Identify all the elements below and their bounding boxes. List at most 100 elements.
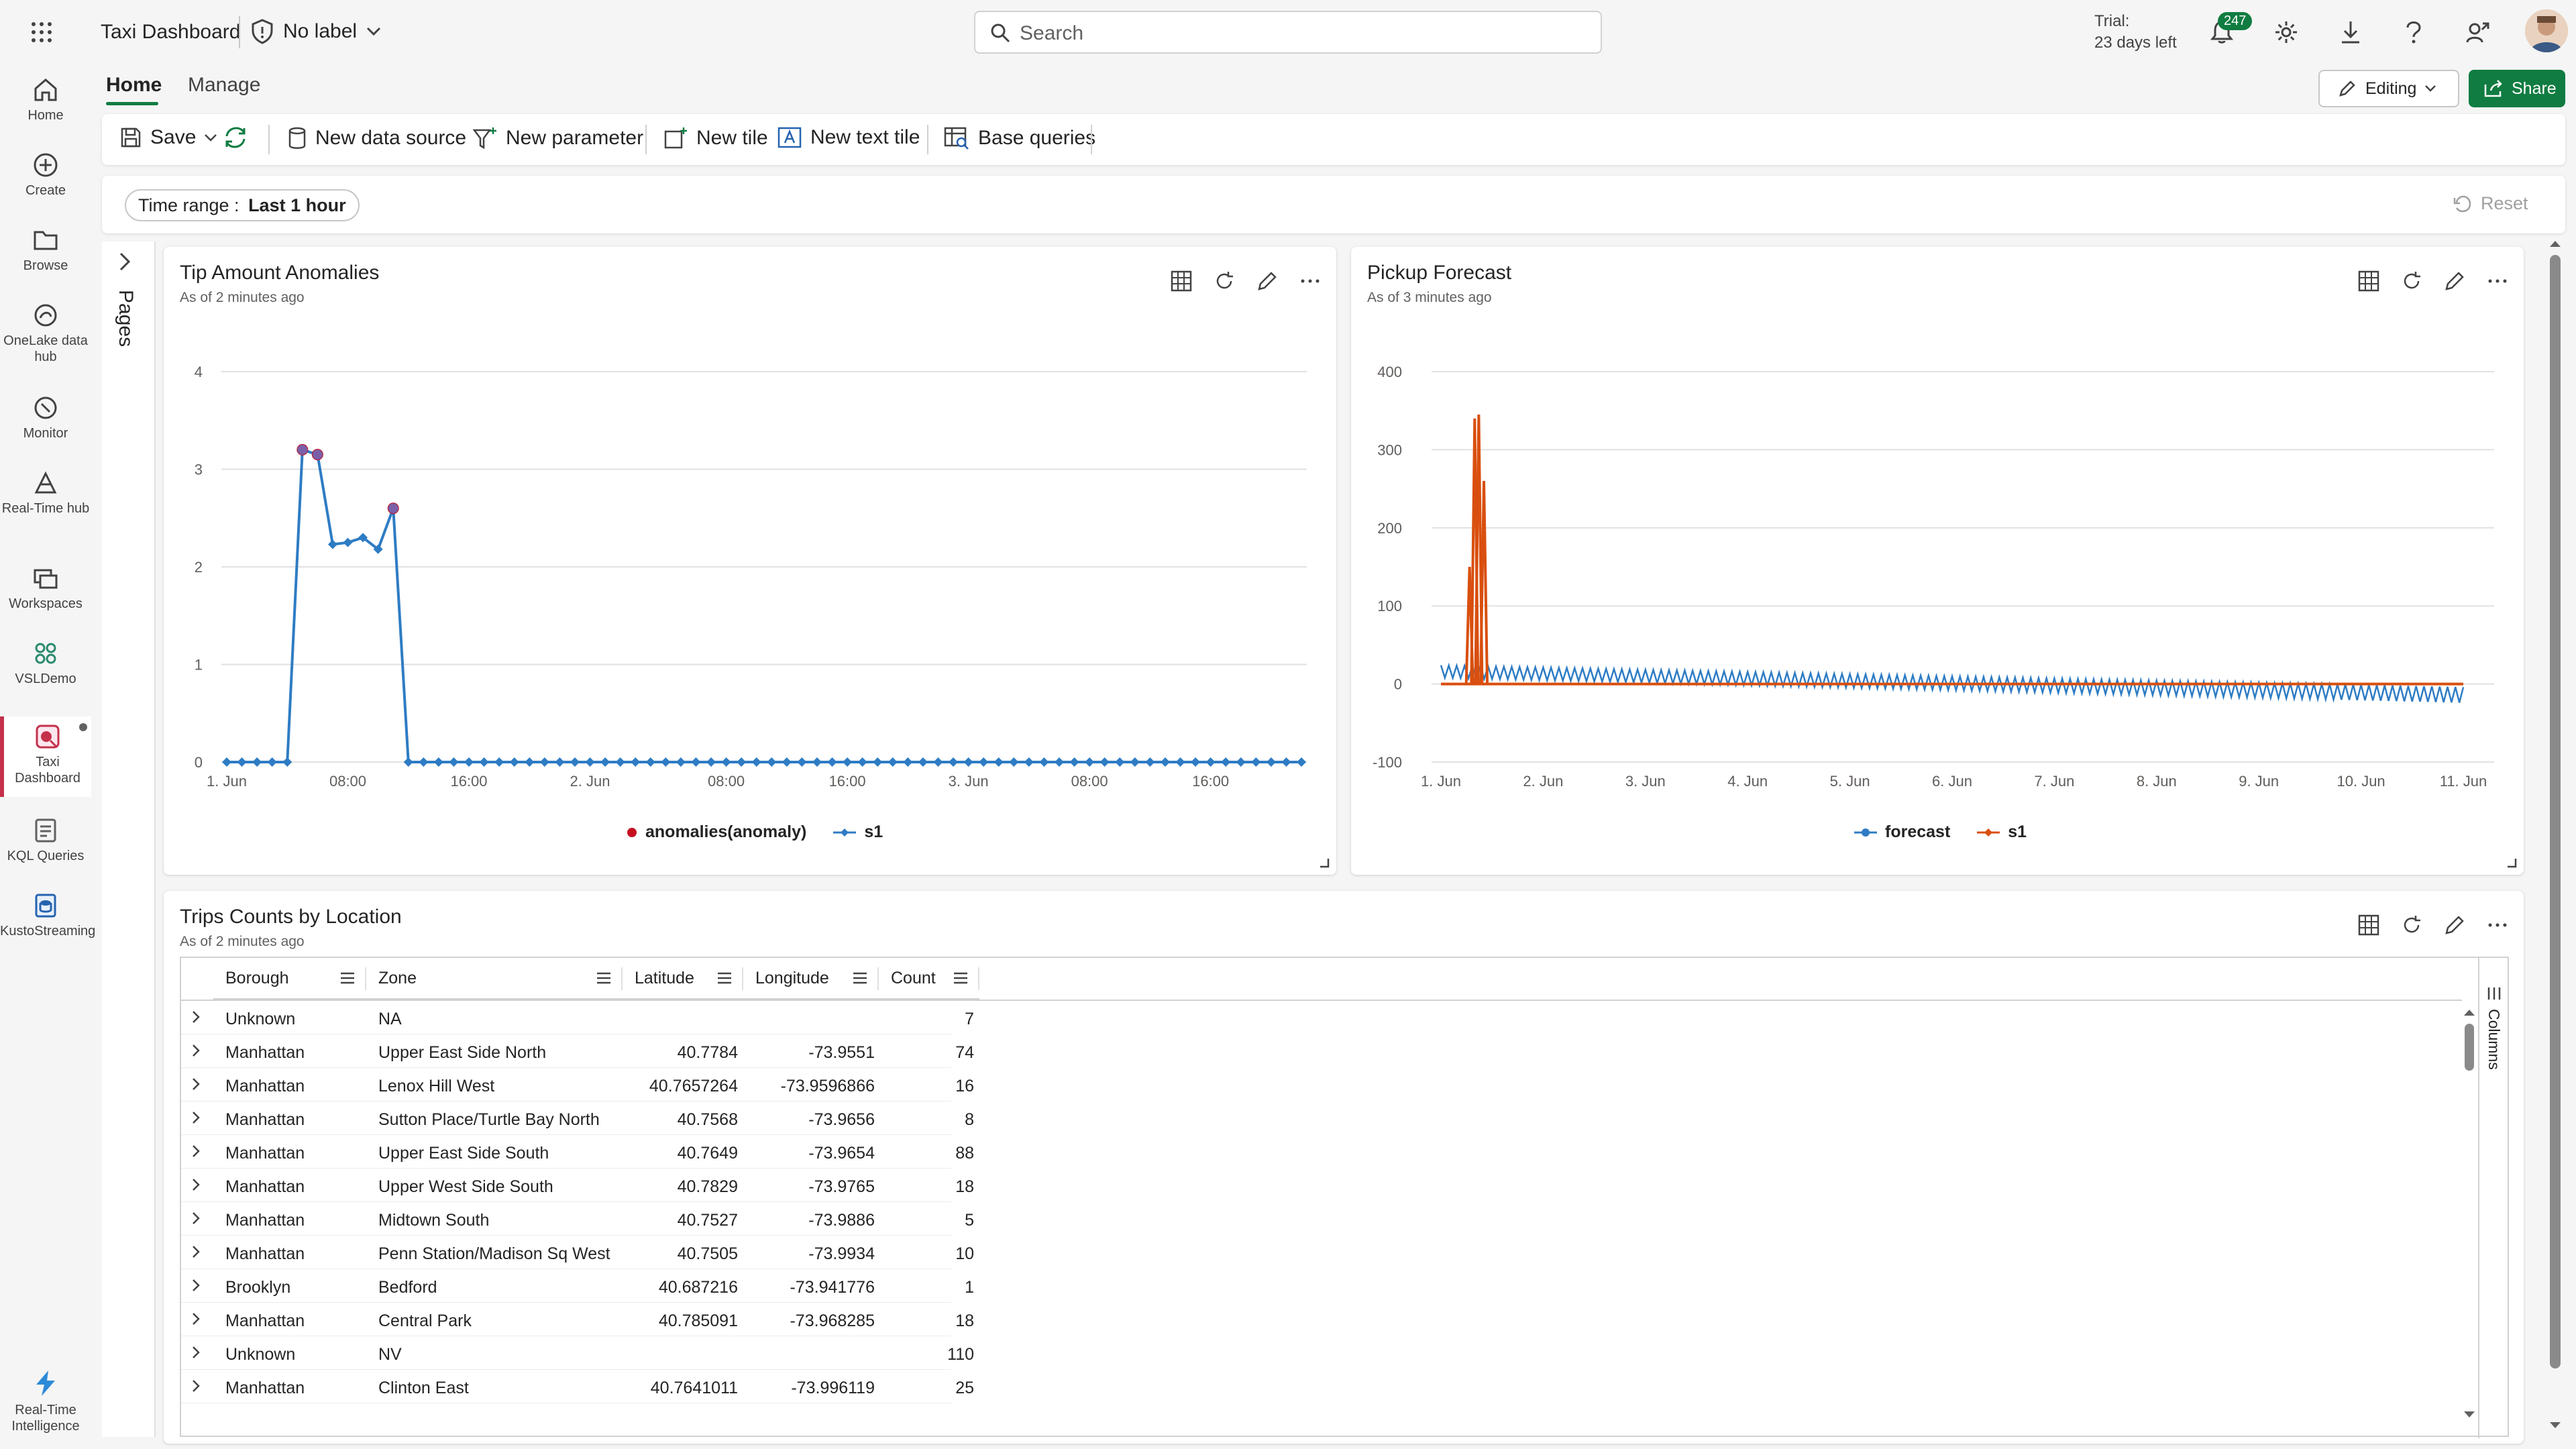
- new-tile-button[interactable]: New tile: [663, 126, 768, 150]
- rail-item-browse[interactable]: Browse: [0, 227, 91, 274]
- rail-item-workspaces[interactable]: Workspaces: [0, 565, 91, 612]
- row-expand-chevron-icon[interactable]: [191, 1044, 201, 1057]
- help-button[interactable]: [2395, 13, 2432, 51]
- resize-handle-icon[interactable]: [1319, 857, 1330, 868]
- more-options-icon[interactable]: [1299, 270, 1322, 292]
- row-expand-chevron-icon[interactable]: [191, 1379, 201, 1393]
- table-row[interactable]: Manhattan Lenox Hill West 40.7657264 -73.95…: [181, 1068, 974, 1102]
- table-view-icon[interactable]: [2357, 270, 2380, 292]
- search-input[interactable]: Search: [974, 11, 1602, 54]
- rail-item-home[interactable]: Home: [0, 76, 91, 123]
- grid-scrollbar[interactable]: [2461, 1008, 2478, 1424]
- pickup-forecast-chart[interactable]: -100 0 100 200 300 400 1. Jun 2. Jun 3. Jun 4. Ju…: [1351, 311, 2524, 808]
- column-header-zone[interactable]: Zone: [366, 958, 623, 1000]
- time-range-parameter[interactable]: Time range : Last 1 hour: [125, 189, 360, 221]
- rail-item-monitor[interactable]: Monitor: [0, 394, 91, 441]
- tab-manage[interactable]: Manage: [188, 74, 260, 97]
- share-button[interactable]: Share: [2469, 70, 2565, 107]
- column-menu-icon[interactable]: [596, 971, 612, 985]
- table-view-icon[interactable]: [2357, 914, 2380, 936]
- row-expand-chevron-icon[interactable]: [191, 1245, 201, 1258]
- row-expand-chevron-icon[interactable]: [191, 1010, 201, 1024]
- rail-item-taxi-dashboard[interactable]: Taxi Dashboard: [0, 716, 91, 797]
- rail-item-vsldemo[interactable]: VSLDemo: [0, 640, 91, 687]
- legend-item-forecast[interactable]: forecast: [1854, 822, 1950, 842]
- new-parameter-button[interactable]: New parameter: [472, 126, 643, 150]
- avatar[interactable]: [2525, 9, 2568, 52]
- legend-item-s1[interactable]: s1: [833, 822, 883, 842]
- save-button[interactable]: Save: [119, 126, 217, 149]
- tab-home[interactable]: Home: [106, 74, 162, 97]
- table-row[interactable]: Manhattan Sutton Place/Turtle Bay North 40…: [181, 1102, 974, 1135]
- row-expand-chevron-icon[interactable]: [191, 1077, 201, 1091]
- row-expand-chevron-icon[interactable]: [191, 1178, 201, 1191]
- column-header-latitude[interactable]: Latitude: [623, 958, 743, 1000]
- column-menu-icon[interactable]: [953, 971, 969, 985]
- column-menu-icon[interactable]: [852, 971, 868, 985]
- rail-item-kusto-streaming[interactable]: KustoStreaming: [0, 892, 95, 939]
- column-menu-icon[interactable]: [716, 971, 733, 985]
- table-row[interactable]: Unknown NV 110: [181, 1336, 974, 1370]
- app-launcher-icon[interactable]: [30, 20, 54, 44]
- table-row[interactable]: Manhattan Upper East Side North 40.7784 -73…: [181, 1034, 974, 1068]
- more-options-icon[interactable]: [2486, 914, 2509, 936]
- row-expand-chevron-icon[interactable]: [191, 1312, 201, 1326]
- pages-label[interactable]: Pages: [114, 290, 137, 347]
- table-row[interactable]: Unknown NA 7: [181, 1001, 974, 1034]
- resize-handle-icon[interactable]: [2506, 857, 2517, 868]
- scroll-thumb[interactable]: [2465, 1024, 2474, 1071]
- table-view-icon[interactable]: [1170, 270, 1193, 292]
- rail-item-create[interactable]: Create: [0, 152, 91, 199]
- scroll-up-icon[interactable]: [2548, 239, 2562, 248]
- settings-button[interactable]: [2267, 13, 2305, 51]
- table-row[interactable]: Manhattan Central Park 40.785091 -73.968285…: [181, 1303, 974, 1336]
- table-row[interactable]: Manhattan Upper East Side South 40.7649 -73…: [181, 1135, 974, 1169]
- column-menu-icon[interactable]: [339, 971, 356, 985]
- scroll-down-icon[interactable]: [2463, 1410, 2476, 1419]
- refresh-button[interactable]: [223, 126, 248, 149]
- tip-anomalies-chart[interactable]: 0 1 2 3 4 1. Jun 08:00 16:00 2. Jun 08:00 16:00 3. …: [164, 311, 1336, 808]
- refresh-icon[interactable]: [1213, 270, 1236, 292]
- refresh-icon[interactable]: [2400, 270, 2423, 292]
- columns-side-panel[interactable]: Columns: [2478, 958, 2508, 1438]
- editing-mode-button[interactable]: Editing: [2318, 70, 2459, 107]
- column-header-count[interactable]: Count: [879, 958, 979, 1000]
- scroll-up-icon[interactable]: [2463, 1008, 2476, 1017]
- new-data-source-button[interactable]: New data source: [287, 126, 466, 150]
- legend-item-s1[interactable]: s1: [1977, 822, 2027, 842]
- refresh-icon[interactable]: [2400, 914, 2423, 936]
- rail-item-kql-queries[interactable]: KQL Queries: [0, 817, 91, 864]
- base-queries-button[interactable]: Base queries: [943, 126, 1095, 150]
- table-row[interactable]: Manhattan Upper West Side South 40.7829 -73…: [181, 1169, 974, 1202]
- row-expand-chevron-icon[interactable]: [191, 1279, 201, 1292]
- legend-item-anomalies[interactable]: anomalies(anomaly): [627, 822, 806, 842]
- more-options-icon[interactable]: [2486, 270, 2509, 292]
- rail-item-onelake[interactable]: OneLake data hub: [0, 302, 91, 365]
- app-title[interactable]: Taxi Dashboard: [101, 21, 240, 44]
- notifications-button[interactable]: 247: [2203, 12, 2253, 51]
- table-row[interactable]: Manhattan Midtown South 40.7527 -73.9886 5: [181, 1202, 974, 1236]
- row-expand-chevron-icon[interactable]: [191, 1346, 201, 1359]
- row-expand-chevron-icon[interactable]: [191, 1111, 201, 1124]
- reset-button[interactable]: Reset: [2453, 193, 2528, 214]
- tile-pickup-forecast[interactable]: Pickup Forecast As of 3 minutes ago -100…: [1351, 247, 2524, 875]
- new-text-tile-button[interactable]: New text tile: [777, 126, 920, 149]
- expand-pages-button[interactable]: [115, 250, 134, 274]
- pencil-icon[interactable]: [2443, 270, 2466, 292]
- column-header-borough[interactable]: Borough: [213, 958, 366, 1000]
- row-expand-chevron-icon[interactable]: [191, 1212, 201, 1225]
- pencil-icon[interactable]: [2443, 914, 2466, 936]
- rail-item-realtime-hub[interactable]: Real-Time hub: [0, 470, 91, 517]
- tile-tip-amount-anomalies[interactable]: Tip Amount Anomalies As of 2 minutes ago…: [164, 247, 1336, 875]
- table-row[interactable]: Manhattan Penn Station/Madison Sq West 40.…: [181, 1236, 974, 1269]
- table-row[interactable]: Brooklyn Bedford 40.687216 -73.941776 1: [181, 1269, 974, 1303]
- page-scrollbar[interactable]: [2546, 239, 2564, 1437]
- trial-status[interactable]: Trial: 23 days left: [2094, 11, 2177, 54]
- column-header-longitude[interactable]: Longitude: [743, 958, 879, 1000]
- scroll-thumb[interactable]: [2550, 255, 2561, 1368]
- table-row[interactable]: Manhattan Clinton East 40.7641011 -73.99611…: [181, 1370, 974, 1403]
- scroll-down-icon[interactable]: [2548, 1421, 2562, 1430]
- row-expand-chevron-icon[interactable]: [191, 1144, 201, 1158]
- sensitivity-label[interactable]: No label: [251, 19, 381, 44]
- feedback-button[interactable]: [2459, 13, 2497, 51]
